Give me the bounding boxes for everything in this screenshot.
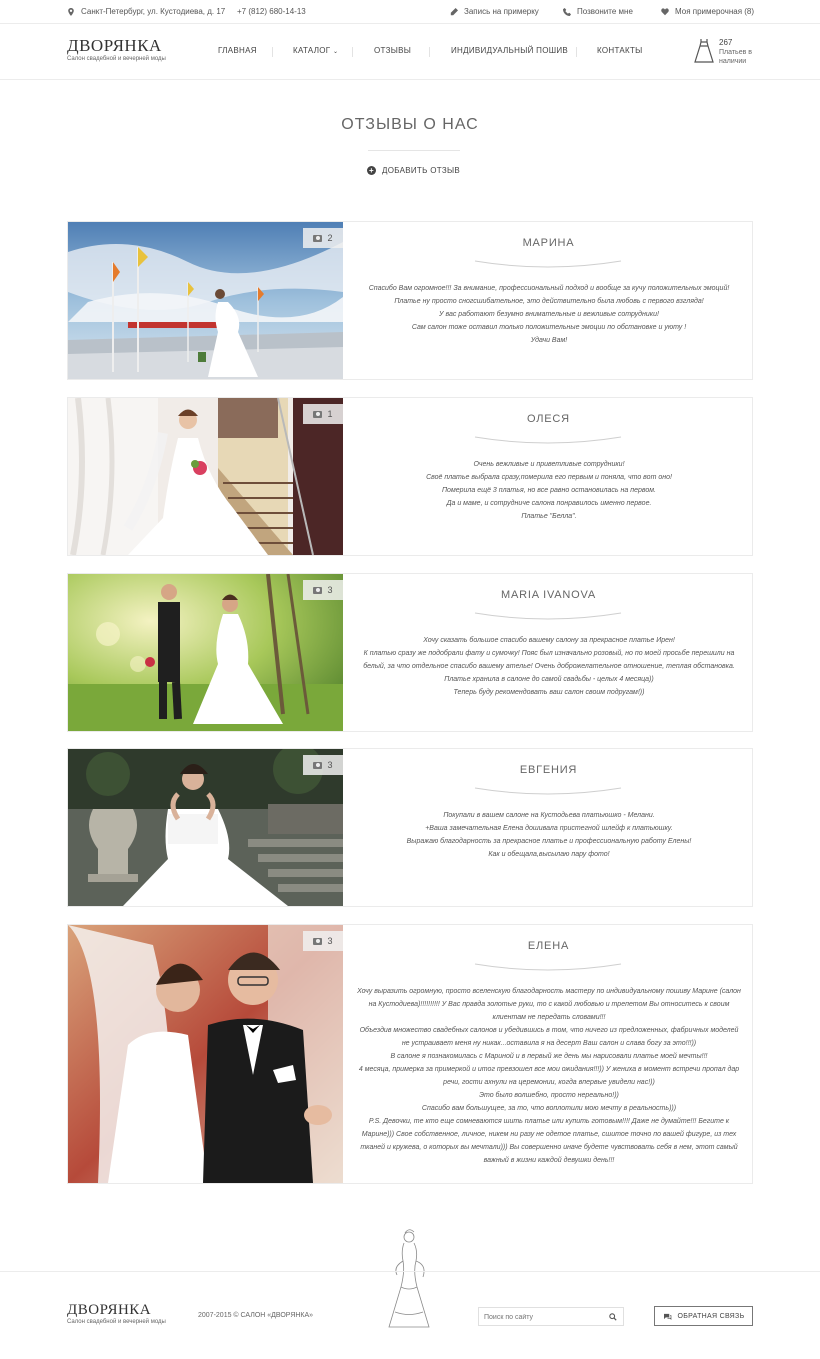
- review-photo[interactable]: 2: [68, 222, 343, 379]
- reviewer-name: ОЛЕСЯ: [527, 413, 570, 425]
- top-bar: Санкт-Петербург, ул. Кустодиева, д. 17 +…: [0, 0, 820, 24]
- phone[interactable]: +7 (812) 680-14-13: [237, 7, 306, 16]
- logo-subtitle: Салон свадебной и вечерней моды: [67, 56, 166, 62]
- camera-icon: [313, 761, 323, 769]
- callback-label[interactable]: Позвоните мне: [577, 7, 633, 16]
- photo-count: 3: [327, 585, 333, 595]
- site-search[interactable]: [478, 1307, 624, 1326]
- ornament-divider: [474, 787, 622, 795]
- photo-count: 3: [327, 760, 333, 770]
- review-card: 3 ЕВГЕНИЯ Покупали в вашем салоне на Кус…: [67, 748, 753, 907]
- footer-logo-subtitle: Салон свадебной и вечерней моды: [67, 1319, 166, 1325]
- photo-count: 2: [327, 233, 333, 243]
- photo-count-badge[interactable]: 3: [303, 580, 343, 600]
- dress-icon: [694, 39, 714, 63]
- dress-count: 267: [719, 38, 733, 47]
- chat-bubble-icon: [663, 1313, 671, 1320]
- fitting-label[interactable]: Запись на примерку: [464, 7, 539, 16]
- address: Санкт-Петербург, ул. Кустодиева, д. 17: [67, 7, 225, 16]
- reviewer-name: ЕЛЕНА: [527, 940, 570, 952]
- plus-circle-icon: +: [367, 166, 376, 175]
- reviewer-name: ЕВГЕНИЯ: [519, 764, 578, 776]
- photo-count-badge[interactable]: 3: [303, 755, 343, 775]
- nav-item-home[interactable]: ГЛАВНАЯ: [218, 46, 257, 55]
- footer-logo[interactable]: ДВОРЯНКА: [67, 1302, 151, 1319]
- feedback-button[interactable]: ОБРАТНАЯ СВЯЗЬ: [654, 1306, 753, 1326]
- pencil-icon: [450, 7, 458, 15]
- photo-count-badge[interactable]: 2: [303, 228, 343, 248]
- location-pin-icon: [68, 7, 74, 16]
- review-text: Спасибо Вам огромное!!! За внимание, про…: [368, 285, 730, 344]
- review-card: 2 МАРИНА Спасибо Вам огромное!!! За вним…: [67, 221, 753, 380]
- camera-icon: [313, 234, 323, 242]
- fitting-link[interactable]: Запись на примерку: [450, 7, 539, 16]
- title-divider: [368, 150, 460, 151]
- header: ДВОРЯНКА Салон свадебной и вечерней моды…: [0, 24, 820, 80]
- dress-count-label: Платьев в наличии: [719, 49, 752, 65]
- review-photo[interactable]: 3: [68, 925, 343, 1183]
- search-input[interactable]: [484, 1311, 604, 1323]
- review-text: Хочу сказать большое спасибо вашему сало…: [363, 637, 735, 696]
- ornament-divider: [474, 612, 622, 620]
- bride-on-stairs-image[interactable]: [68, 398, 343, 555]
- add-review-label[interactable]: ДОБАВИТЬ ОТЗЫВ: [382, 166, 460, 175]
- review-text: Очень вежливые и приветливые сотрудники!…: [426, 461, 672, 520]
- feedback-label[interactable]: ОБРАТНАЯ СВЯЗЬ: [678, 1313, 745, 1320]
- nav-item-catalog-label[interactable]: КАТАЛОГ: [293, 46, 330, 55]
- my-fitting-link[interactable]: Моя примерочная (8): [661, 7, 754, 16]
- copyright: 2007-2015 © САЛОН «ДВОРЯНКА»: [198, 1312, 314, 1319]
- nav-separator: [429, 47, 430, 57]
- review-text: Хочу выразить огромную, просто вселенску…: [357, 988, 741, 1164]
- heart-icon: [661, 7, 669, 15]
- phone-icon: [563, 7, 571, 16]
- nav-separator: [352, 47, 353, 57]
- add-review-button[interactable]: + ДОБАВИТЬ ОТЗЫВ: [367, 166, 460, 175]
- page-title: ОТЗЫВЫ О НАС: [341, 116, 479, 133]
- review-card: 1 ОЛЕСЯ Очень вежливые и приветливые сот…: [67, 397, 753, 556]
- camera-icon: [313, 937, 323, 945]
- review-card: 3 ЕЛЕНА Хочу выразить огромную, просто в…: [67, 924, 753, 1184]
- photo-count-badge[interactable]: 3: [303, 931, 343, 951]
- camera-icon: [313, 586, 323, 594]
- photo-count: 3: [327, 936, 333, 946]
- footer: ДВОРЯНКА Салон свадебной и вечерней моды…: [0, 1271, 820, 1359]
- nav-separator: [272, 47, 273, 57]
- review-text: Покупали в вашем салоне на Кустодьева пл…: [406, 812, 692, 858]
- couple-in-park-image[interactable]: [68, 574, 343, 731]
- camera-icon: [313, 410, 323, 418]
- my-fitting-label[interactable]: Моя примерочная (8): [675, 7, 754, 16]
- photo-count: 1: [327, 409, 333, 419]
- ornament-divider: [474, 260, 622, 268]
- callback-link[interactable]: Позвоните мне: [563, 7, 633, 16]
- review-photo[interactable]: 3: [68, 749, 343, 906]
- chevron-down-icon: ⌄: [332, 49, 339, 55]
- review-photo[interactable]: 1: [68, 398, 343, 555]
- address-text: Санкт-Петербург, ул. Кустодиева, д. 17: [81, 7, 226, 16]
- bride-with-vase-image[interactable]: [68, 749, 343, 906]
- search-icon[interactable]: [609, 1313, 617, 1321]
- ornament-divider: [474, 963, 622, 971]
- reviewer-name: MARIA IVANOVA: [501, 589, 596, 601]
- couple-dancing-image[interactable]: [68, 925, 343, 1183]
- bride-on-pier-image[interactable]: [68, 222, 343, 379]
- nav-separator: [576, 47, 577, 57]
- nav-item-reviews[interactable]: ОТЗЫВЫ: [374, 46, 411, 55]
- nav-item-catalog[interactable]: КАТАЛОГ ⌄: [293, 46, 338, 55]
- ornament-divider: [474, 436, 622, 444]
- review-photo[interactable]: 3: [68, 574, 343, 731]
- nav-item-contacts[interactable]: КОНТАКТЫ: [597, 46, 643, 55]
- phone-text[interactable]: +7 (812) 680-14-13: [237, 7, 306, 16]
- review-card: 3 MARIA IVANOVA Хочу сказать большое спа…: [67, 573, 753, 732]
- reviewer-name: МАРИНА: [522, 237, 575, 249]
- logo[interactable]: ДВОРЯНКА: [67, 36, 162, 56]
- nav-item-tailoring[interactable]: ИНДИВИДУАЛЬНЫЙ ПОШИВ: [451, 46, 568, 55]
- photo-count-badge[interactable]: 1: [303, 404, 343, 424]
